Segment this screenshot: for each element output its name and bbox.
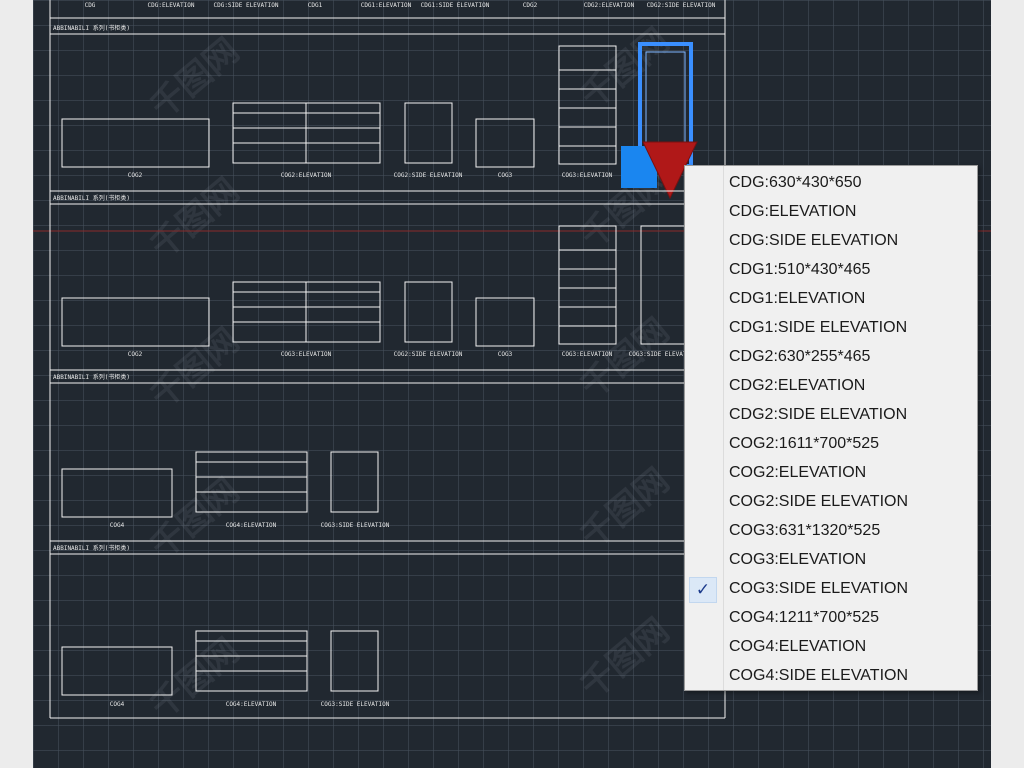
menu-item-cog4-size[interactable]: COG4:1211*700*525 — [685, 604, 977, 632]
watermark: 千图网 — [573, 461, 677, 557]
block-label: CDG — [85, 2, 96, 9]
menu-item-cog2-size[interactable]: COG2:1611*700*525 — [685, 430, 977, 458]
watermark: 千图网 — [143, 471, 247, 567]
section-header: ABBINABILI 系列(书柜类) — [53, 194, 130, 202]
block-label: COG2:SIDE ELEVATION — [394, 351, 463, 358]
block-label: COG3:SIDE ELEVATION — [321, 522, 390, 529]
menu-item-cdg-side-elevation[interactable]: CDG:SIDE ELEVATION — [685, 227, 977, 255]
menu-item-cog2-elevation[interactable]: COG2:ELEVATION — [685, 459, 977, 487]
menu-item-cog2-side-elevation[interactable]: COG2:SIDE ELEVATION — [685, 488, 977, 516]
block-label: CDG1:ELEVATION — [361, 2, 412, 9]
block-label: COG4:ELEVATION — [226, 701, 277, 708]
block-label: COG4:ELEVATION — [226, 522, 277, 529]
block-label: COG2 — [128, 172, 143, 179]
watermark: 千图网 — [143, 171, 247, 267]
visibility-state-menu[interactable]: CDG:630*430*650 CDG:ELEVATION CDG:SIDE E… — [684, 165, 978, 691]
watermark: 千图网 — [143, 631, 247, 727]
menu-item-cog3-side-elevation[interactable]: ✓ COG3:SIDE ELEVATION — [685, 575, 977, 603]
block-label: COG2:ELEVATION — [281, 172, 332, 179]
section-header: ABBINABILI 系列(书柜类) — [53, 24, 130, 32]
menu-item-cdg1-elevation[interactable]: CDG1:ELEVATION — [685, 285, 977, 313]
menu-item-cdg-size[interactable]: CDG:630*430*650 — [685, 169, 977, 197]
checkmark-icon: ✓ — [689, 577, 717, 603]
menu-item-cdg1-size[interactable]: CDG1:510*430*465 — [685, 256, 977, 284]
block-label: COG3 — [498, 351, 513, 358]
menu-item-cdg1-side-elevation[interactable]: CDG1:SIDE ELEVATION — [685, 314, 977, 342]
menu-item-cog4-side-elevation[interactable]: COG4:SIDE ELEVATION — [685, 662, 977, 690]
block-label: COG3:SIDE ELEVATION — [321, 701, 390, 708]
block-label: COG2:SIDE ELEVATION — [394, 172, 463, 179]
watermark: 千图网 — [143, 31, 247, 127]
block-label: COG2 — [128, 351, 143, 358]
menu-item-cdg2-elevation[interactable]: CDG2:ELEVATION — [685, 372, 977, 400]
menu-item-cdg2-size[interactable]: CDG2:630*255*465 — [685, 343, 977, 371]
watermark: 千图网 — [573, 21, 677, 117]
watermark: 千图网 — [143, 321, 247, 417]
block-label: CDG:ELEVATION — [148, 2, 195, 9]
menu-item-cog3-size[interactable]: COG3:631*1320*525 — [685, 517, 977, 545]
section-header: ABBINABILI 系列(书柜类) — [53, 373, 130, 381]
block-label: CDG:SIDE ELEVATION — [213, 2, 278, 9]
block-label: CDG1 — [308, 2, 323, 9]
watermark: 千图网 — [573, 311, 677, 407]
section-header: ABBINABILI 系列(书柜类) — [53, 544, 130, 552]
block-label: COG4 — [110, 701, 125, 708]
block-label: COG3 — [498, 172, 513, 179]
block-label: COG3:ELEVATION — [562, 172, 613, 179]
menu-item-cog3-elevation[interactable]: COG3:ELEVATION — [685, 546, 977, 574]
block-label: COG3:ELEVATION — [562, 351, 613, 358]
drawer-unit — [232, 102, 381, 164]
block-label: CDG2 — [523, 2, 538, 9]
block-label: CDG2:SIDE ELEVATION — [647, 2, 716, 9]
menu-item-cdg2-side-elevation[interactable]: CDG2:SIDE ELEVATION — [685, 401, 977, 429]
menu-item-cdg-elevation[interactable]: CDG:ELEVATION — [685, 198, 977, 226]
block-label: COG3:ELEVATION — [281, 351, 332, 358]
block-label: COG4 — [110, 522, 125, 529]
block-label: CDG2:ELEVATION — [584, 2, 635, 9]
watermark: 千图网 — [573, 611, 677, 707]
menu-item-cog4-elevation[interactable]: COG4:ELEVATION — [685, 633, 977, 661]
block-label: CDG1:SIDE ELEVATION — [421, 2, 490, 9]
